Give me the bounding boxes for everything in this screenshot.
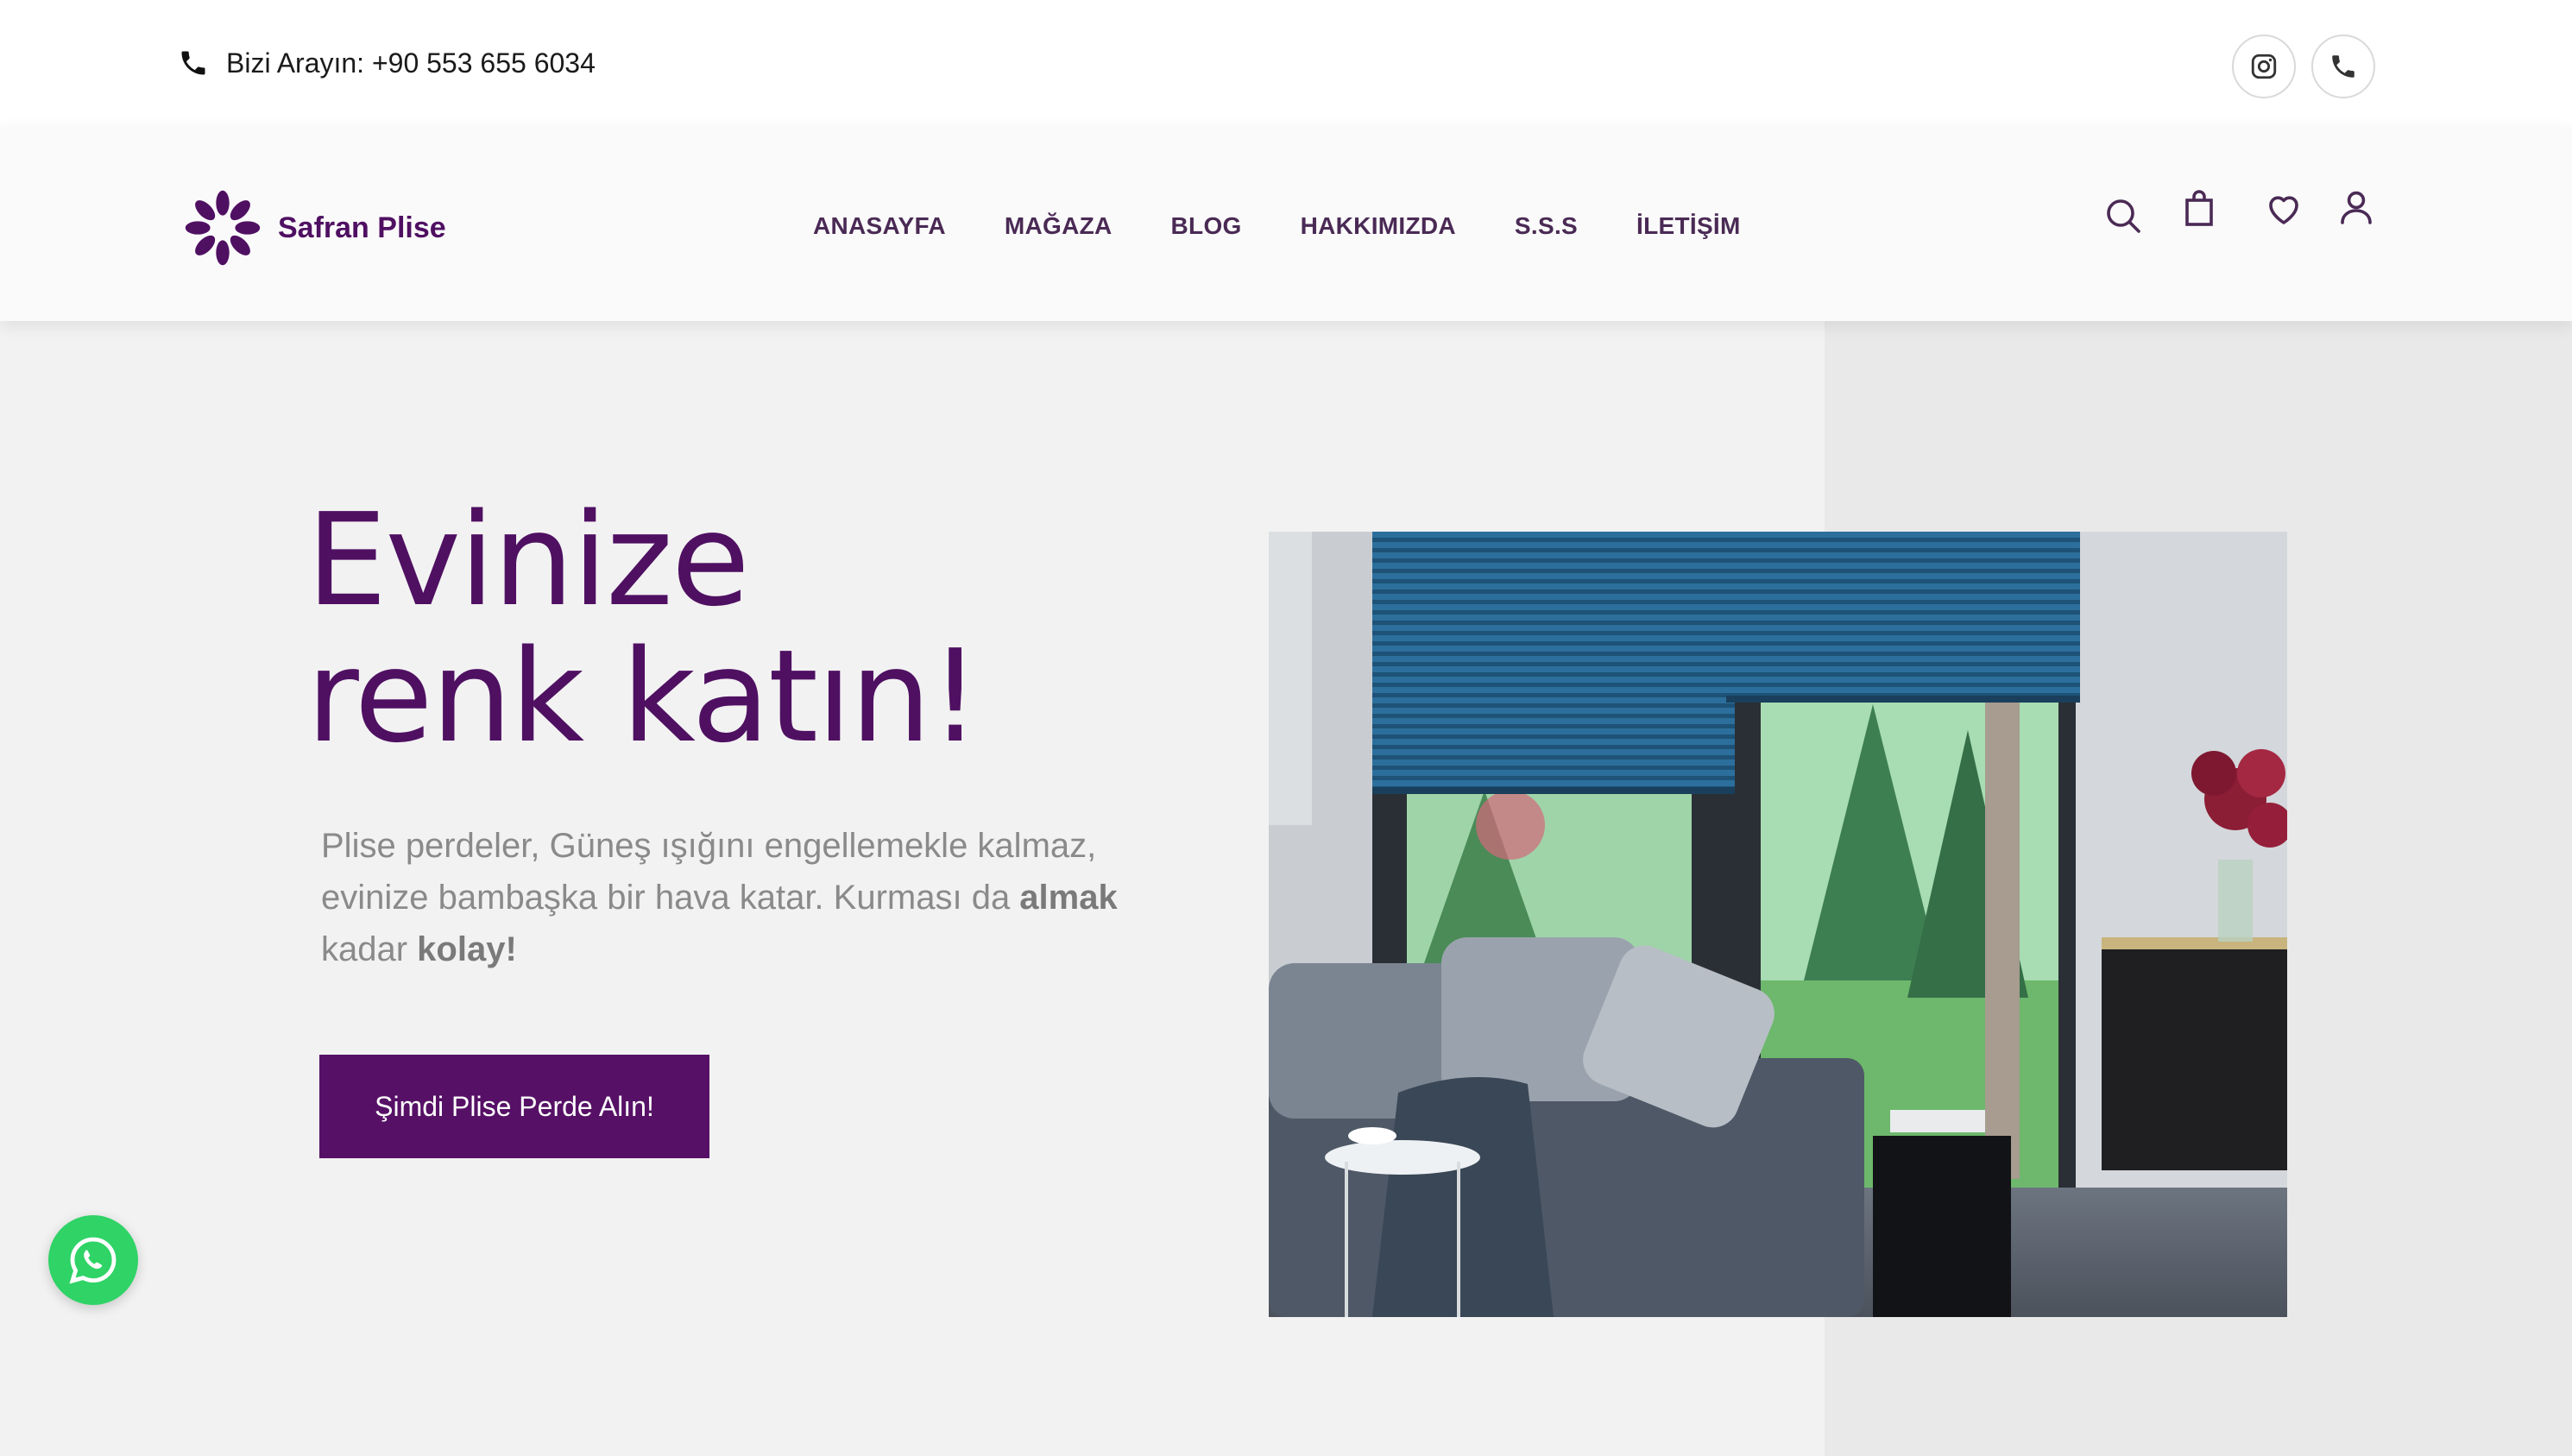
hero-text-part-1: Plise perdeler, Güneş ışığını engellemek… [321, 827, 1097, 917]
nav-contact[interactable]: İLETİŞİM [1636, 212, 1741, 240]
search-button[interactable] [2101, 193, 2146, 238]
search-icon [2107, 199, 2140, 233]
instagram-button[interactable] [2232, 35, 2296, 98]
hero-description: Plise perdeler, Güneş ışığını engellemek… [321, 820, 1150, 975]
instagram-icon [2251, 54, 2277, 79]
main-nav: ANASAYFA MAĞAZA BLOG HAKKIMIZDA S.S.S İL… [813, 209, 1741, 243]
whatsapp-icon [69, 1237, 117, 1284]
hero-image [1269, 532, 2287, 1317]
nav-home[interactable]: ANASAYFA [813, 212, 946, 240]
cart-button[interactable] [2177, 186, 2222, 231]
wishlist-button[interactable] [2261, 186, 2306, 231]
top-bar: Bizi Arayın: +90 553 655 6034 [0, 0, 2572, 126]
phone-icon [2332, 55, 2355, 78]
hero-text-part-2: kadar [321, 930, 418, 968]
site-logo[interactable]: Safran Plise [181, 185, 446, 271]
brand-name: Safran Plise [278, 211, 446, 244]
heart-icon [2269, 196, 2298, 224]
hero-title-line-2: renk katın! [306, 622, 980, 771]
living-room-photo [1269, 532, 2287, 1317]
nav-blog[interactable]: BLOG [1171, 212, 1242, 240]
nav-store[interactable]: MAĞAZA [1005, 212, 1113, 240]
hero-text-bold-1: almak [1019, 879, 1118, 917]
shopping-bag-icon [2185, 190, 2213, 226]
hero-text-bold-2: kolay! [417, 930, 517, 968]
user-icon [2341, 191, 2372, 224]
hero-title: Evinize renk katın! [306, 492, 1256, 765]
call-text: Bizi Arayın: +90 553 655 6034 [226, 47, 596, 79]
account-button[interactable] [2334, 185, 2379, 230]
main-header: Safran Plise ANASAYFA MAĞAZA BLOG HAKKIM… [0, 126, 2572, 321]
hero-title-line-1: Evinize [306, 486, 750, 634]
nav-about[interactable]: HAKKIMIZDA [1301, 212, 1456, 240]
flower-logo-icon [185, 190, 261, 266]
phone-icon [181, 51, 205, 75]
nav-faq[interactable]: S.S.S [1515, 212, 1578, 240]
whatsapp-chat-button[interactable] [48, 1215, 138, 1305]
call-info[interactable]: Bizi Arayın: +90 553 655 6034 [178, 43, 596, 83]
phone-button[interactable] [2311, 35, 2375, 98]
buy-now-button[interactable]: Şimdi Plise Perde Alın! [319, 1055, 709, 1158]
